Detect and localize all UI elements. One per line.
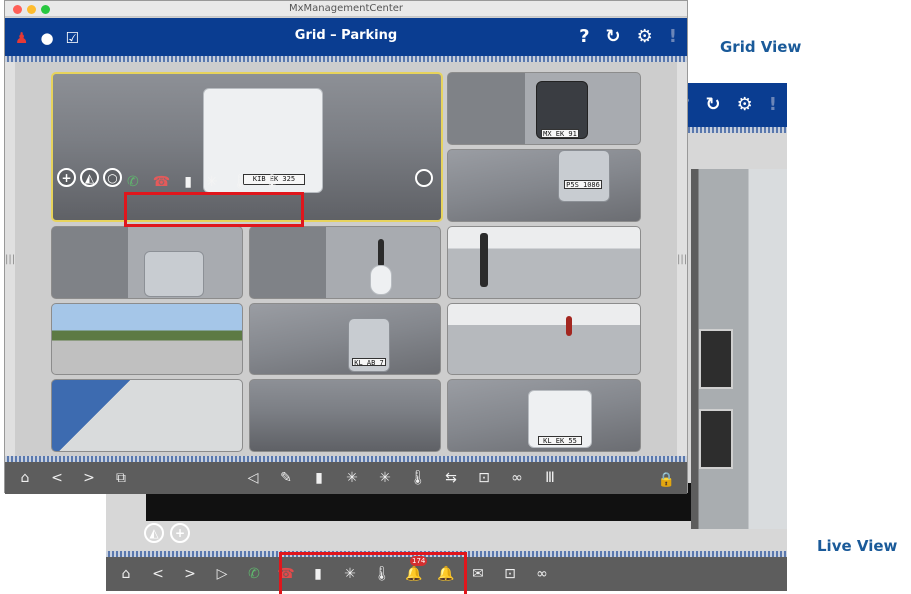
live-view-caption: Live View bbox=[817, 537, 898, 555]
toolbar-center: ◁ ✎ ▮ ✳ ✳ 🌡 ⇆ ⊡ ∞ Ⅲ bbox=[243, 469, 560, 487]
camera-cell[interactable]: KL EK 55 bbox=[447, 379, 641, 452]
license-plate: KL AB 7 bbox=[352, 358, 386, 367]
help-icon[interactable]: ? bbox=[579, 27, 589, 47]
cell-actions: ✆ ☎ ▮ ✳ 🌡 🌡 bbox=[127, 174, 281, 190]
grid-view-window: MxManagementCenter ♟ ● ☑ Grid – Parking … bbox=[4, 0, 688, 494]
camera-cell[interactable] bbox=[249, 379, 441, 452]
car-image bbox=[558, 150, 610, 202]
link-icon[interactable]: ∞ bbox=[532, 565, 552, 583]
snapshot-icon[interactable]: ⊡ bbox=[500, 565, 520, 583]
hang-up-icon[interactable]: ☎ bbox=[153, 174, 170, 190]
camera-grid: ||| ||| KIB EK 325 + ◭ ○ ✆ ☎ ▮ ✳ 🌡 🌡 MX EK 91… bbox=[5, 62, 687, 456]
pedestrian-image bbox=[566, 316, 572, 336]
scooter-image bbox=[370, 265, 392, 295]
cell-menu-button[interactable] bbox=[415, 169, 433, 187]
add-button[interactable]: + bbox=[170, 523, 190, 543]
camera-cell[interactable] bbox=[51, 226, 243, 299]
back-icon[interactable]: < bbox=[47, 469, 67, 487]
settings-icon[interactable]: ⚙ bbox=[637, 27, 653, 47]
circle-button[interactable]: ○ bbox=[103, 168, 122, 187]
grid-view-caption: Grid View bbox=[720, 38, 802, 56]
back-icon[interactable]: < bbox=[148, 565, 168, 583]
camera-cell[interactable] bbox=[447, 226, 641, 299]
license-plate: P5S 1086 bbox=[564, 180, 602, 189]
grid-toolbar: ⌂ < > ⧉ ◁ ✎ ▮ ✳ ✳ 🌡 ⇆ ⊡ ∞ Ⅲ 🔒 bbox=[5, 462, 687, 494]
layout-icon[interactable]: ⧉ bbox=[111, 469, 131, 487]
person-image bbox=[378, 239, 384, 267]
camera-cell[interactable]: MX EK 91 bbox=[447, 72, 641, 145]
ptz-button[interactable]: ◭ bbox=[144, 523, 164, 543]
thermometer-icon[interactable]: 🌡 bbox=[408, 469, 428, 487]
alarm-indicator-icon[interactable]: ! bbox=[669, 27, 677, 47]
camera-cell[interactable] bbox=[51, 303, 243, 375]
door-icon[interactable]: ▮ bbox=[309, 469, 329, 487]
forward-icon[interactable]: > bbox=[180, 565, 200, 583]
app-title: MxManagementCenter bbox=[288, 3, 404, 14]
window-titlebar: MxManagementCenter bbox=[5, 1, 687, 17]
camera-cell[interactable] bbox=[51, 379, 243, 452]
microphone-icon[interactable]: ✎ bbox=[276, 469, 296, 487]
right-panel-handle[interactable]: ||| bbox=[677, 62, 687, 456]
add-camera-button[interactable]: + bbox=[57, 168, 76, 187]
mail-icon[interactable]: ✉ bbox=[468, 565, 488, 583]
answer-call-icon[interactable]: ✆ bbox=[127, 174, 139, 190]
license-plate: KL EK 55 bbox=[538, 436, 582, 445]
link-icon[interactable]: ∞ bbox=[507, 469, 527, 487]
left-panel-handle[interactable]: ||| bbox=[5, 62, 15, 456]
camera-cell[interactable] bbox=[447, 303, 641, 375]
live-video[interactable] bbox=[691, 169, 787, 529]
building-window bbox=[699, 409, 733, 469]
refresh-icon[interactable]: ↻ bbox=[606, 27, 621, 47]
lock-icon[interactable]: 🔒 bbox=[658, 472, 675, 488]
toolbar-right: 🔒 bbox=[658, 469, 675, 489]
ptz-button[interactable]: ◭ bbox=[80, 168, 99, 187]
cell-controls: + ◭ ○ bbox=[57, 168, 122, 187]
home-icon[interactable]: ⌂ bbox=[15, 469, 35, 487]
thermometer-icon[interactable]: 🌡 bbox=[232, 174, 250, 190]
license-plate: MX EK 91 bbox=[541, 129, 579, 138]
settings-icon[interactable]: ⚙ bbox=[737, 95, 753, 115]
grid-header: ♟ ● ☑ Grid – Parking ? ↻ ⚙ ! bbox=[5, 18, 687, 62]
camera-cell[interactable] bbox=[249, 226, 441, 299]
car-image bbox=[144, 251, 204, 297]
live-controls: ◭ + bbox=[144, 523, 190, 543]
switch-icon[interactable]: ⇆ bbox=[441, 469, 461, 487]
toolbar-left: ⌂ < > ⧉ bbox=[15, 469, 131, 487]
door-icon[interactable]: ▮ bbox=[184, 174, 192, 190]
forward-icon[interactable]: > bbox=[79, 469, 99, 487]
light-off-icon[interactable]: ✳ bbox=[375, 469, 395, 487]
home-icon[interactable]: ⌂ bbox=[116, 565, 136, 583]
cyclist-image bbox=[480, 233, 488, 287]
barcode-icon[interactable]: Ⅲ bbox=[540, 469, 560, 487]
highlight-box-live bbox=[279, 552, 467, 594]
building-window bbox=[699, 329, 733, 389]
alarm-indicator-icon[interactable]: ! bbox=[769, 95, 777, 115]
speaker-icon[interactable]: ◁ bbox=[243, 469, 263, 487]
snapshot-icon[interactable]: ⊡ bbox=[474, 469, 494, 487]
light-on-icon[interactable]: ✳ bbox=[342, 469, 362, 487]
thermometer-alt-icon[interactable]: 🌡 bbox=[263, 174, 281, 190]
light-icon[interactable]: ✳ bbox=[206, 174, 218, 190]
camera-cell[interactable]: P5S 1086 bbox=[447, 149, 641, 222]
highlight-box-grid bbox=[124, 192, 304, 227]
answer-call-icon[interactable]: ✆ bbox=[244, 565, 264, 583]
refresh-icon[interactable]: ↻ bbox=[706, 95, 721, 115]
play-icon[interactable]: ▷ bbox=[212, 565, 232, 583]
camera-cell[interactable]: KL AB 7 bbox=[249, 303, 441, 375]
